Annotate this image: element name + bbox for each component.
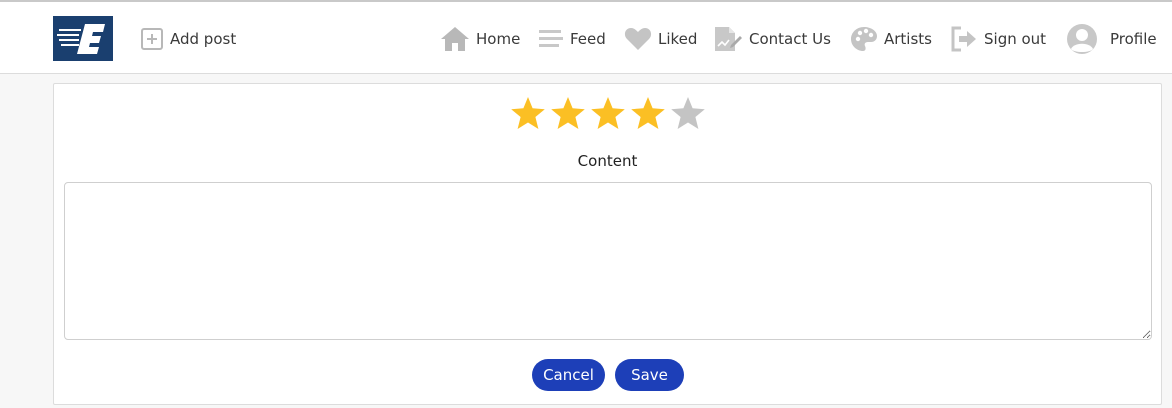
nav-feed-label: Feed [570,30,606,48]
star-filled-icon[interactable] [590,96,626,132]
save-button[interactable]: Save [615,359,684,391]
nav-add-post[interactable]: Add post [140,24,236,54]
avatar-icon [1066,23,1098,55]
plus-square-icon [140,27,164,51]
nav-artists[interactable]: Artists [850,24,932,54]
star-empty-icon[interactable] [670,96,706,132]
nav-sign-out[interactable]: Sign out [950,24,1046,54]
sign-out-icon [950,26,978,52]
nav-home-label: Home [476,30,521,48]
nav-contact[interactable]: Contact Us [713,24,831,54]
nav-liked-label: Liked [658,30,698,48]
nav-liked[interactable]: Liked [624,24,697,54]
nav-home[interactable]: Home [440,24,520,54]
nav-artists-label: Artists [884,30,932,48]
document-signature-icon [713,25,743,53]
nav-sign-out-label: Sign out [984,30,1047,48]
star-filled-icon[interactable] [550,96,586,132]
nav-profile[interactable]: Profile [1066,24,1157,54]
review-card: Content Cancel Save [53,83,1162,405]
logo-mark [53,16,113,61]
nav-contact-label: Contact Us [749,30,831,48]
star-filled-icon[interactable] [510,96,546,132]
navbar: Add post Home Feed Liked Contact Us Arti… [0,2,1172,74]
feed-lines-icon [538,28,564,50]
logo[interactable] [53,16,113,61]
home-icon [440,26,470,52]
content-label: Content [577,152,638,170]
nav-profile-label: Profile [1110,30,1157,48]
cancel-button[interactable]: Cancel [532,359,605,391]
star-rating[interactable] [510,96,706,136]
nav-add-post-label: Add post [170,30,237,48]
heart-icon [624,27,652,51]
star-filled-icon[interactable] [630,96,666,132]
palette-icon [850,25,878,53]
nav-feed[interactable]: Feed [538,24,606,54]
content-textarea[interactable] [64,182,1152,340]
